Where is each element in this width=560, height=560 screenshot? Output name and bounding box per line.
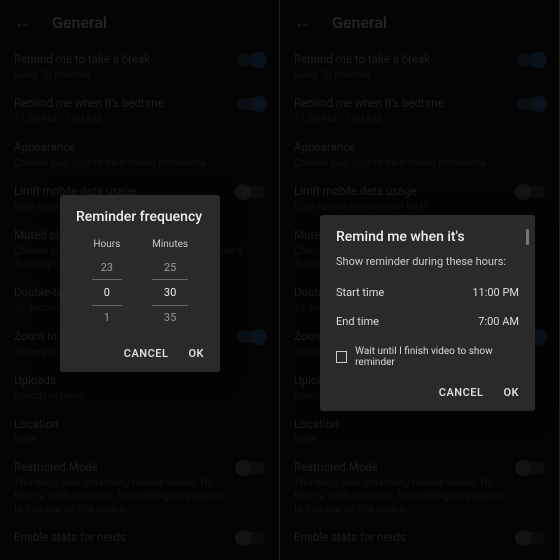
start-time-row[interactable]: Start time 11:00 PM [336, 278, 519, 307]
minutes-column[interactable]: Minutes 25 30 35 [152, 239, 188, 329]
scrollbar[interactable] [526, 229, 529, 245]
bedtime-reminder-dialog: Remind me when it's Show reminder during… [320, 215, 535, 411]
checkbox-icon[interactable] [336, 351, 347, 363]
reminder-frequency-dialog: Reminder frequency Hours 23 0 1 Minutes … [60, 195, 220, 372]
screen-right: ← General Remind me to take a breakEvery… [280, 0, 560, 560]
cancel-button[interactable]: CANCEL [439, 386, 484, 399]
ok-button[interactable]: OK [188, 347, 204, 360]
time-picker[interactable]: Hours 23 0 1 Minutes 25 30 35 [60, 235, 220, 337]
dialog-title: Remind me when it's [320, 215, 535, 255]
cancel-button[interactable]: CANCEL [124, 347, 169, 360]
wait-checkbox-row[interactable]: Wait until I finish video to show remind… [336, 336, 519, 372]
end-time-row[interactable]: End time 7:00 AM [336, 307, 519, 336]
screen-left: ← General Remind me to take a breakEvery… [0, 0, 280, 560]
hours-column[interactable]: Hours 23 0 1 [92, 239, 122, 329]
dialog-subtitle: Show reminder during these hours: [336, 255, 519, 268]
dialog-title: Reminder frequency [60, 195, 220, 235]
ok-button[interactable]: OK [503, 386, 519, 399]
